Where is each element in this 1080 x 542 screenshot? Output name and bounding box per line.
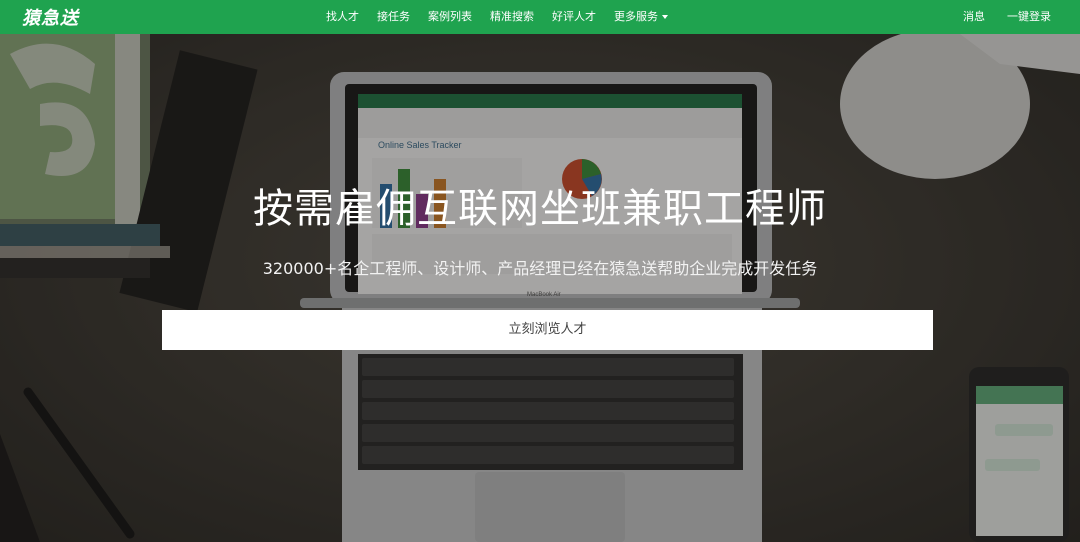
nav-top-rated-talent[interactable]: 好评人才 <box>543 0 605 34</box>
nav-right: 消息 一键登录 <box>952 0 1062 34</box>
hero-subtitle: 320000+名企工程师、设计师、产品经理已经在猿急送帮助企业完成开发任务 <box>262 259 818 278</box>
browse-talent-button[interactable]: 立刻浏览人才 <box>162 310 933 350</box>
nav-messages[interactable]: 消息 <box>952 0 996 34</box>
hero-section: Online Sales Tracker MacBook Air 按需雇佣互联网… <box>0 34 1080 542</box>
nav-login[interactable]: 一键登录 <box>996 0 1062 34</box>
site-logo[interactable]: 猿急送 <box>22 4 79 30</box>
top-navbar: 猿急送 找人才 接任务 案例列表 精准搜索 好评人才 更多服务 消息 一键登录 <box>0 0 1080 34</box>
nav-case-list[interactable]: 案例列表 <box>419 0 481 34</box>
hero-title: 按需雇佣互联网坐班兼职工程师 <box>253 186 827 232</box>
nav-more-services[interactable]: 更多服务 <box>605 0 677 34</box>
nav-take-task[interactable]: 接任务 <box>368 0 419 34</box>
hero-dark-overlay <box>0 34 1080 542</box>
nav-more-services-label: 更多服务 <box>614 10 658 23</box>
main-nav: 找人才 接任务 案例列表 精准搜索 好评人才 更多服务 <box>317 0 677 34</box>
nav-find-talent[interactable]: 找人才 <box>317 0 368 34</box>
caret-down-icon <box>662 15 668 19</box>
nav-precise-search[interactable]: 精准搜索 <box>481 0 543 34</box>
